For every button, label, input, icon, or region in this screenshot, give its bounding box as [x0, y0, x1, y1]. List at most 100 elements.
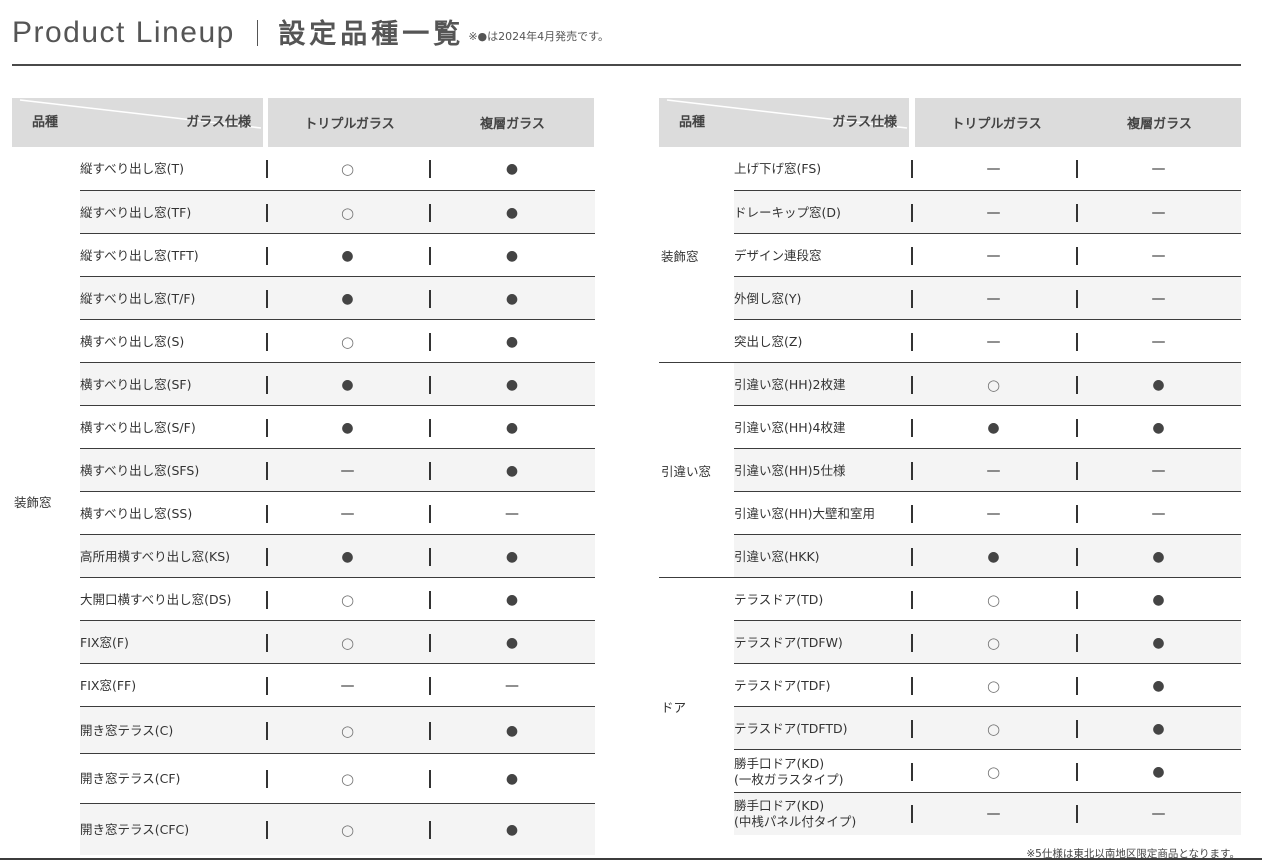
double-glass-mark: — [1151, 161, 1166, 177]
double-glass-mark: — [1151, 505, 1166, 522]
product-name: テラスドア(TDFW) [734, 634, 843, 650]
triple-glass-mark: ● [341, 376, 354, 393]
double-glass-mark: ● [1152, 548, 1165, 565]
triple-glass-mark: ● [987, 548, 1000, 565]
product-name: 横すべり出し窓(SF) [80, 376, 192, 392]
table-row: 引違い窓(HH)2枚建 ○ ● [659, 363, 1241, 406]
double-glass-mark: — [1151, 462, 1166, 479]
product-name: 縦すべり出し窓(TF) [80, 204, 192, 220]
column-header-double: 複層ガラス [431, 98, 594, 147]
title-japanese: 設定品種一覧 [278, 19, 465, 50]
triple-glass-mark: — [986, 247, 1001, 264]
double-glass-mark: ● [1152, 419, 1165, 436]
product-name: 勝手口ドア(KD) (一枚ガラスタイプ) [734, 755, 844, 787]
product-name: 縦すべり出し窓(T) [80, 161, 185, 177]
triple-glass-mark: ● [987, 419, 1000, 436]
product-name: デザイン連段窓 [734, 247, 822, 263]
product-name: 開き窓テラス(CFC) [80, 821, 190, 837]
product-name: 引違い窓(HKK) [734, 548, 820, 564]
table-row: 開き窓テラス(C) ○ ● [12, 707, 595, 754]
double-glass-mark: ● [505, 548, 519, 565]
product-name: FIX窓(FF) [80, 677, 137, 693]
triple-glass-mark: ● [341, 548, 354, 565]
left-lineup-table: 品種 ガラス仕様 トリプルガラス 複層ガラス 縦すべり出し窓(T) ○ ● 縦すべり出し窓(T… [12, 98, 595, 855]
category-label: ドア [661, 700, 687, 715]
table-row: 引違い窓(HH)大壁和室用 — — [659, 492, 1241, 535]
header-divider [12, 64, 1241, 66]
triple-glass-mark: ● [341, 290, 354, 307]
table-row: 引違い窓(HKK) ● ● [659, 535, 1241, 578]
product-name: 大開口横すべり出し窓(DS) [80, 591, 232, 607]
double-glass-mark: ● [505, 247, 519, 264]
table-row: 突出し窓(Z) — — [659, 320, 1241, 363]
table-row: 縦すべり出し窓(T) ○ ● [12, 147, 595, 191]
row-category-label: 品種 [679, 115, 706, 130]
double-glass-mark: ● [505, 419, 519, 436]
double-glass-mark: — [505, 677, 519, 694]
product-name: 外倒し窓(Y) [734, 290, 802, 306]
table-row: 縦すべり出し窓(TF) ○ ● [12, 191, 595, 234]
category-label: 装飾窓 [661, 248, 699, 264]
product-name: ドレーキップ窓(D) [734, 204, 841, 220]
double-glass-mark: — [1151, 247, 1166, 264]
row-category-label: 品種 [32, 115, 59, 130]
triple-glass-mark: ● [341, 419, 354, 436]
table-row: 横すべり出し窓(SF) ● ● [12, 363, 595, 406]
triple-glass-mark: ○ [340, 721, 355, 740]
title-english: Product Lineup [12, 16, 235, 49]
double-glass-mark: ● [505, 333, 519, 350]
double-glass-mark: ● [505, 771, 519, 787]
product-name: テラスドア(TDFTD) [734, 720, 848, 736]
triple-glass-mark: ○ [986, 676, 1001, 695]
triple-glass-mark: ○ [986, 762, 1001, 781]
table-row: 横すべり出し窓(S) ○ ● [12, 320, 595, 363]
table-row: テラスドア(TD) ○ ● [659, 578, 1241, 621]
table-row: 引違い窓(HH)5仕様 — — [659, 449, 1241, 492]
column-category-label: ガラス仕様 [832, 115, 897, 130]
double-glass-mark: ● [505, 634, 519, 651]
double-glass-mark: — [505, 505, 519, 522]
table-row: 大開口横すべり出し窓(DS) ○ ● [12, 578, 595, 621]
triple-glass-mark: ○ [340, 160, 355, 178]
table-row: FIX窓(FF) — — [12, 664, 595, 707]
table-row: デザイン連段窓 — — [659, 234, 1241, 277]
product-name: 上げ下げ窓(FS) [734, 161, 822, 177]
triple-glass-mark: — [340, 677, 355, 694]
double-glass-mark: ● [505, 204, 519, 221]
product-name: 横すべり出し窓(S) [80, 333, 185, 349]
double-glass-mark: ● [1152, 763, 1165, 780]
table-row: 上げ下げ窓(FS) — — [659, 147, 1241, 191]
product-name: 高所用横すべり出し窓(KS) [80, 548, 231, 564]
triple-glass-mark: — [986, 462, 1001, 479]
double-glass-mark: ● [1152, 677, 1165, 694]
product-name: 横すべり出し窓(SFS) [80, 462, 200, 478]
triple-glass-mark: ○ [986, 590, 1001, 609]
triple-glass-mark: — [986, 290, 1001, 307]
product-name: 横すべり出し窓(SS) [80, 505, 193, 521]
page-header: Product Lineup 設定品種一覧 ※●は2024年4月発売です。 [12, 8, 610, 50]
table-row: 開き窓テラス(CFC) ○ ● [12, 804, 595, 855]
triple-glass-mark: ○ [340, 203, 355, 222]
triple-glass-mark: — [986, 333, 1001, 350]
triple-glass-mark: ○ [340, 820, 355, 839]
triple-glass-mark: ○ [340, 770, 355, 788]
triple-glass-mark: — [986, 204, 1001, 221]
triple-glass-mark: — [986, 806, 1001, 822]
product-name: 引違い窓(HH)4枚建 [734, 419, 846, 435]
table-row: テラスドア(TDFTD) ○ ● [659, 707, 1241, 750]
table-row: 開き窓テラス(CF) ○ ● [12, 754, 595, 804]
product-name: 引違い窓(HH)2枚建 [734, 376, 846, 392]
release-note: ※●は2024年4月発売です。 [468, 30, 610, 43]
column-header-triple: トリプルガラス [915, 98, 1078, 147]
triple-glass-mark: ○ [340, 332, 355, 351]
title-separator [256, 20, 259, 46]
product-name: 引違い窓(HH)5仕様 [734, 462, 846, 478]
table-row: 横すべり出し窓(SFS) — ● [12, 449, 595, 492]
double-glass-mark: — [1151, 290, 1166, 307]
double-glass-mark: ● [505, 376, 519, 393]
table-row: 勝手口ドア(KD) (中桟パネル付タイプ) — — [659, 793, 1241, 835]
triple-glass-mark: — [986, 505, 1001, 522]
double-glass-mark: ● [505, 591, 519, 608]
table-row: 引違い窓(HH)4枚建 ● ● [659, 406, 1241, 449]
table-row: 縦すべり出し窓(T/F) ● ● [12, 277, 595, 320]
